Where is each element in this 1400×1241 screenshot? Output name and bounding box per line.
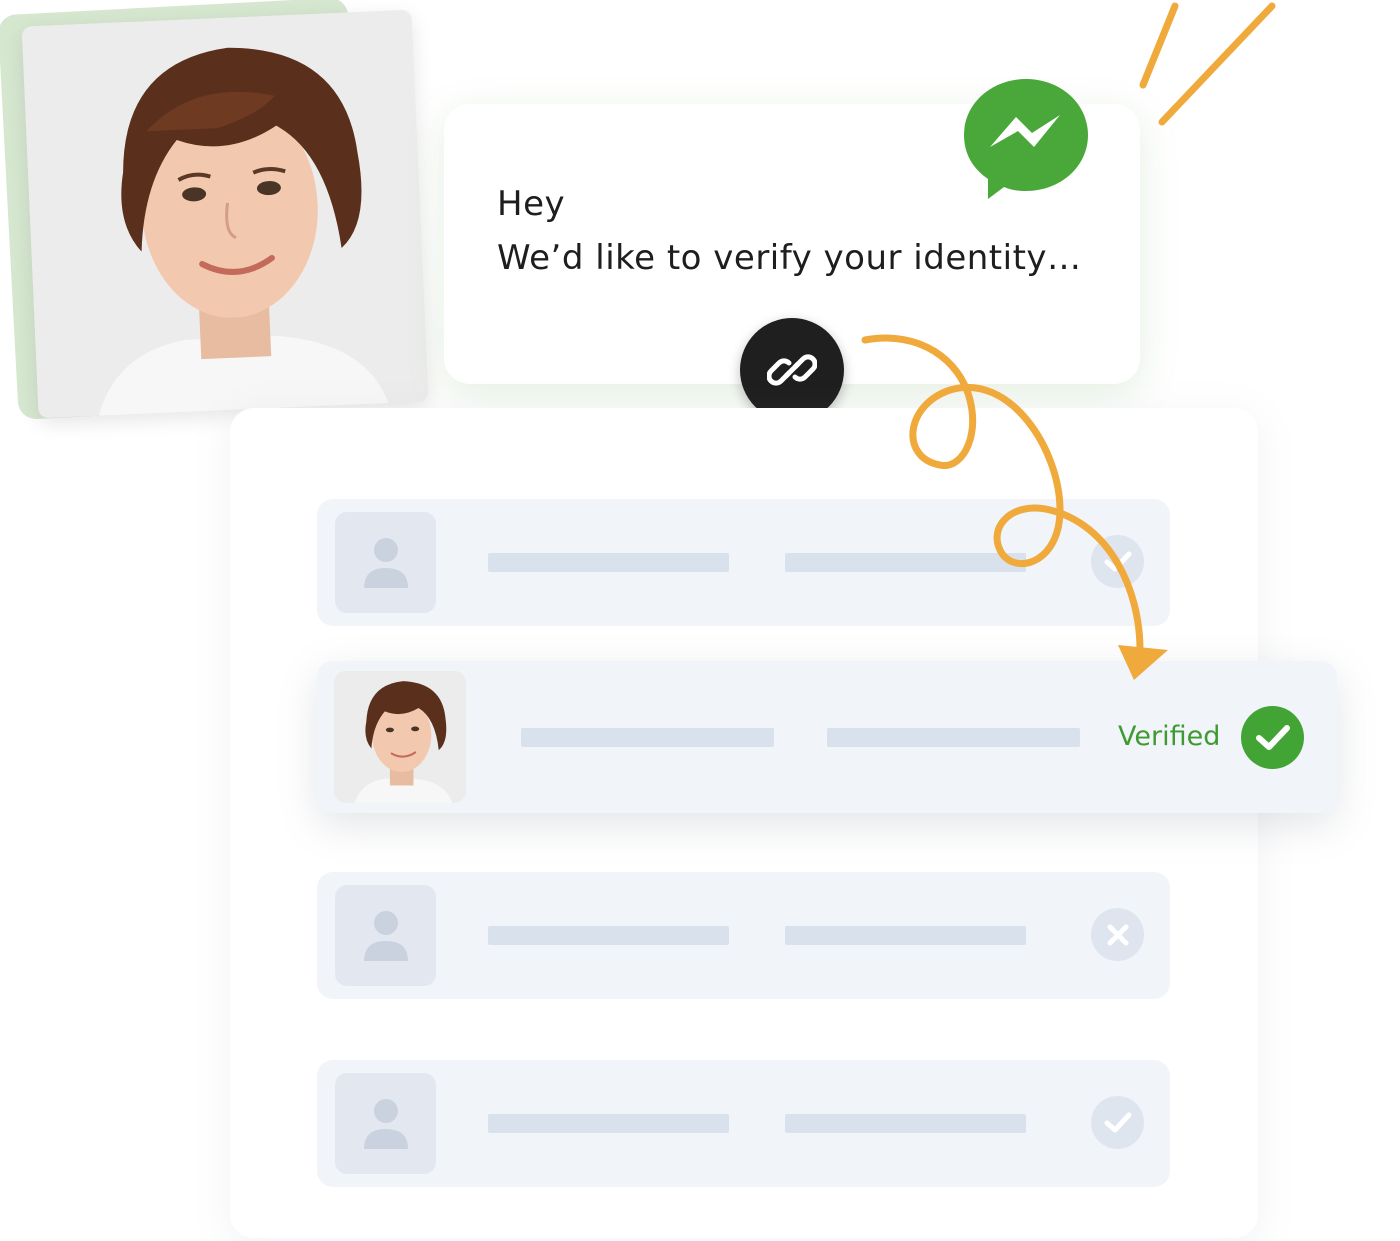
status-check-badge [1091, 535, 1144, 588]
placeholder-bar [488, 1114, 729, 1133]
avatar-placeholder [335, 885, 436, 986]
messenger-bubble-icon [964, 79, 1088, 199]
status-check-badge [1091, 1096, 1144, 1149]
woman-portrait-image [21, 9, 429, 419]
placeholder-bar [488, 553, 729, 572]
sparkle-stroke [1158, 2, 1276, 126]
verified-label: Verified [1118, 721, 1221, 752]
verified-check-badge [1241, 706, 1304, 769]
check-icon [1255, 724, 1290, 750]
woman-portrait-thumbnail [334, 671, 466, 803]
placeholder-bar [785, 553, 1026, 572]
status-reject-badge [1091, 908, 1144, 961]
message-greeting: Hey [497, 184, 566, 224]
check-icon [1104, 1112, 1131, 1132]
profile-photo [21, 9, 429, 419]
avatar [334, 671, 466, 803]
placeholder-bar [521, 728, 774, 747]
avatar-placeholder [335, 1073, 436, 1174]
placeholder-bar [827, 728, 1080, 747]
user-silhouette-icon [363, 910, 408, 961]
sparkle-stroke [1139, 2, 1179, 89]
user-silhouette-icon [363, 1098, 408, 1149]
avatar-placeholder [335, 512, 436, 613]
placeholder-bar [488, 926, 729, 945]
list-item[interactable] [317, 499, 1170, 626]
list-item[interactable] [317, 872, 1170, 999]
user-silhouette-icon [363, 537, 408, 588]
placeholder-bar [785, 1114, 1026, 1133]
list-item-verified[interactable]: Verified [317, 661, 1337, 813]
list-item[interactable] [317, 1060, 1170, 1187]
x-icon [1107, 924, 1128, 945]
link-chain-icon [767, 354, 817, 386]
message-text: We’d like to verify your identity… [497, 238, 1082, 278]
link-button[interactable] [740, 318, 844, 422]
check-icon [1104, 551, 1131, 571]
placeholder-bar [785, 926, 1026, 945]
